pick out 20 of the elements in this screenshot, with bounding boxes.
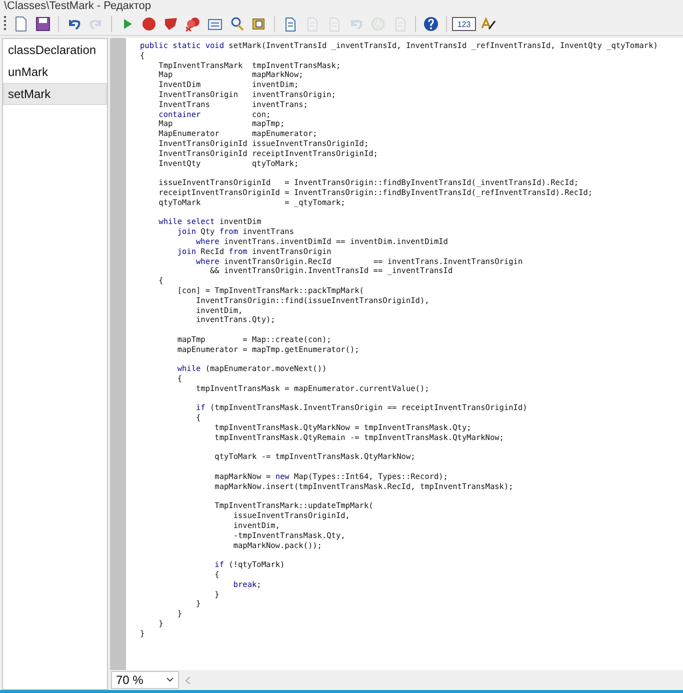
spellcheck-icon — [480, 16, 496, 32]
method-item[interactable]: unMark — [3, 61, 107, 83]
method-item[interactable]: classDeclaration — [3, 39, 107, 61]
document-icon — [13, 16, 29, 32]
number-button[interactable]: 123 — [452, 17, 476, 31]
method-item[interactable]: setMark — [3, 83, 107, 105]
clock-icon — [370, 16, 386, 32]
circles-icon — [185, 16, 201, 32]
code-editor[interactable] — [126, 38, 683, 670]
circle-icon — [141, 16, 157, 32]
help-button[interactable] — [421, 14, 441, 34]
list-icon — [207, 16, 223, 32]
help-icon — [423, 16, 439, 32]
shield-icon — [163, 16, 179, 32]
search-icon — [229, 16, 245, 32]
zoom-dropdown[interactable]: 70 % — [111, 671, 179, 689]
save-button[interactable] — [33, 14, 53, 34]
chevron-down-icon — [166, 677, 174, 683]
frame-icon — [251, 16, 267, 32]
zoom-value: 70 % — [116, 673, 144, 687]
